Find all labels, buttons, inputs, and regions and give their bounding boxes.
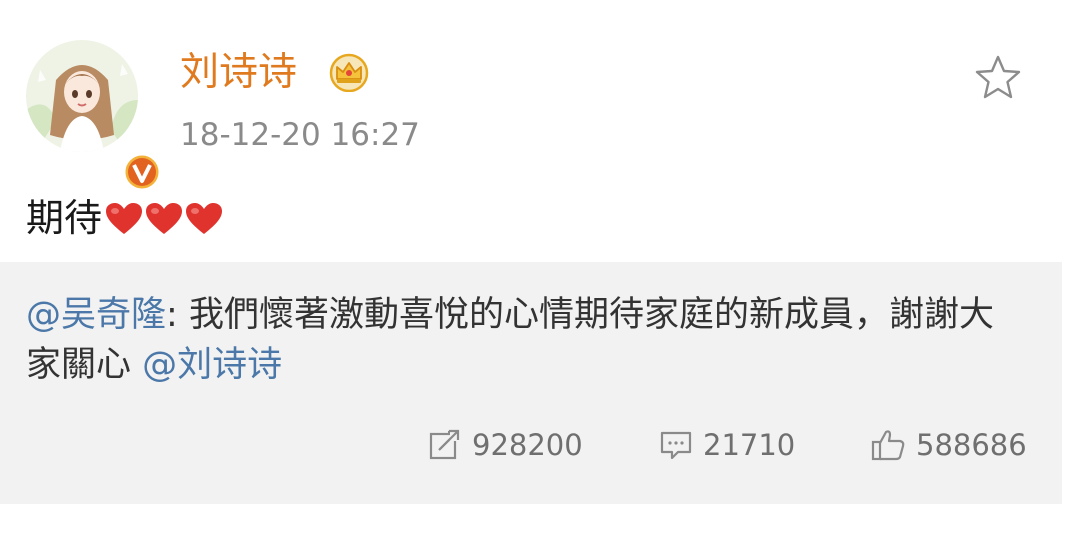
avatar[interactable] [26,40,162,192]
repost-count: 928200 [472,428,583,462]
like-count: 588686 [916,428,1027,462]
like-button[interactable]: 588686 [870,425,1027,465]
retweet-text: @吴奇隆: 我們懷著激動喜悅的心情期待家庭的新成員，謝謝大家關心 @刘诗诗 [26,290,1016,390]
crown-icon [329,53,369,92]
heart-icon [106,203,143,234]
heart-emojis [104,198,224,250]
retweet-box[interactable]: @吴奇隆: 我們懷著激動喜悅的心情期待家庭的新成員，謝謝大家關心 @刘诗诗 92… [0,262,1062,504]
comment-button[interactable]: 21710 [659,425,795,465]
repost-button[interactable]: 928200 [428,425,583,465]
post-timestamp: 18-12-20 16:27 [180,117,420,153]
post-text: 期待 [26,196,103,240]
mention-link[interactable]: @刘诗诗 [142,345,282,385]
author-name[interactable]: 刘诗诗 [180,48,297,98]
heart-icon [146,203,183,234]
mention-link-original-author[interactable]: @吴奇隆 [26,295,166,335]
heart-icon [186,203,223,234]
verified-badge-icon [122,152,162,192]
post-content: 期待 [26,192,224,250]
repost-icon [429,429,460,460]
comment-icon [660,431,692,460]
avatar-image [26,40,138,152]
comment-count: 21710 [703,428,796,462]
retweet-separator: : [166,295,178,335]
thumbs-up-icon [871,430,905,461]
star-outline-icon[interactable] [973,54,1023,102]
